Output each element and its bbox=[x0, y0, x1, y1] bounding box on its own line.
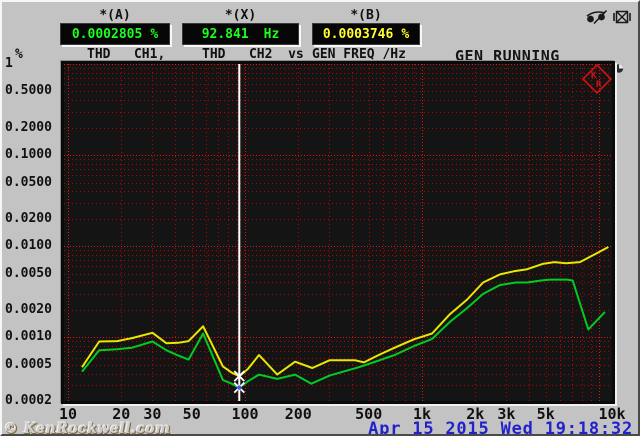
y-tick-label: 0.0200 bbox=[5, 210, 52, 226]
trace-thd-ch1 bbox=[81, 278, 606, 389]
x-tick-label: 500 bbox=[355, 405, 383, 423]
x-tick-label: 10 bbox=[58, 405, 78, 423]
x-tick-label: 10k bbox=[598, 405, 626, 423]
y-tick-label: 0.0005 bbox=[5, 356, 52, 372]
y-tick-label: 0.5000 bbox=[5, 83, 52, 99]
x-tick-label: 30 bbox=[143, 405, 162, 423]
x-tick-label: 100 bbox=[231, 405, 259, 423]
x-tick-label: 2k bbox=[466, 405, 485, 423]
red-diamond-logo: K R bbox=[582, 64, 612, 94]
cursor-marker-dot bbox=[237, 385, 242, 390]
readout-b-unit: % bbox=[401, 26, 410, 42]
x-tick-label: 20 bbox=[112, 405, 131, 423]
xaxis-title: GEN FREQ /Hz bbox=[312, 47, 406, 62]
x-tick-label: 5k bbox=[536, 405, 555, 423]
trace1-title: THD CH1, bbox=[87, 47, 166, 62]
readout-a[interactable]: 0.0002805% bbox=[60, 23, 170, 45]
thd-vs-frequency-chart bbox=[64, 64, 612, 401]
trace2-title: THD CH2 vs bbox=[202, 47, 304, 62]
monitor-muted-icon[interactable] bbox=[613, 9, 631, 25]
meter-a-label: *(A) bbox=[99, 8, 131, 23]
readout-a-unit: % bbox=[150, 26, 159, 42]
readout-x[interactable]: 92.841 Hz bbox=[182, 23, 299, 45]
speaker-muted-icon[interactable] bbox=[585, 9, 609, 25]
x-tick-label: 50 bbox=[182, 405, 201, 423]
y-unit-label: % bbox=[15, 47, 23, 62]
y-tick-label: 0.0020 bbox=[5, 301, 52, 317]
plot-area[interactable]: K R bbox=[61, 61, 615, 404]
readout-b[interactable]: 0.0003746% bbox=[312, 23, 420, 45]
y-tick-label: 1 bbox=[5, 56, 13, 71]
analyzer-panel-window: *(A) *(X) *(B) 0.0002805% 92.841 Hz 0.000… bbox=[0, 0, 640, 436]
watermark: © KenRockwell.com bbox=[4, 421, 171, 436]
mouse-pointer-icon bbox=[614, 64, 624, 73]
readout-b-value: 0.0003746 bbox=[322, 26, 394, 42]
meter-x-label: *(X) bbox=[224, 8, 257, 23]
readout-a-value: 0.0002805 bbox=[71, 26, 143, 42]
svg-text:R: R bbox=[596, 80, 602, 90]
x-tick-label: 1k bbox=[412, 405, 432, 423]
x-tick-label: 3k bbox=[497, 405, 516, 423]
readout-x-value: 92.841 bbox=[201, 26, 249, 42]
readout-x-unit: Hz bbox=[263, 26, 280, 42]
y-tick-label: 0.0002 bbox=[5, 393, 52, 408]
y-tick-label: 0.1000 bbox=[5, 147, 52, 163]
y-tick-label: 0.0050 bbox=[5, 265, 52, 281]
y-tick-label: 0.0500 bbox=[5, 174, 52, 190]
y-tick-label: 0.0010 bbox=[5, 329, 52, 345]
meter-b-label: *(B) bbox=[350, 8, 382, 23]
x-tick-label: 200 bbox=[284, 405, 312, 423]
y-tick-label: 0.2000 bbox=[5, 119, 52, 135]
y-tick-label: 0.0100 bbox=[5, 238, 52, 254]
